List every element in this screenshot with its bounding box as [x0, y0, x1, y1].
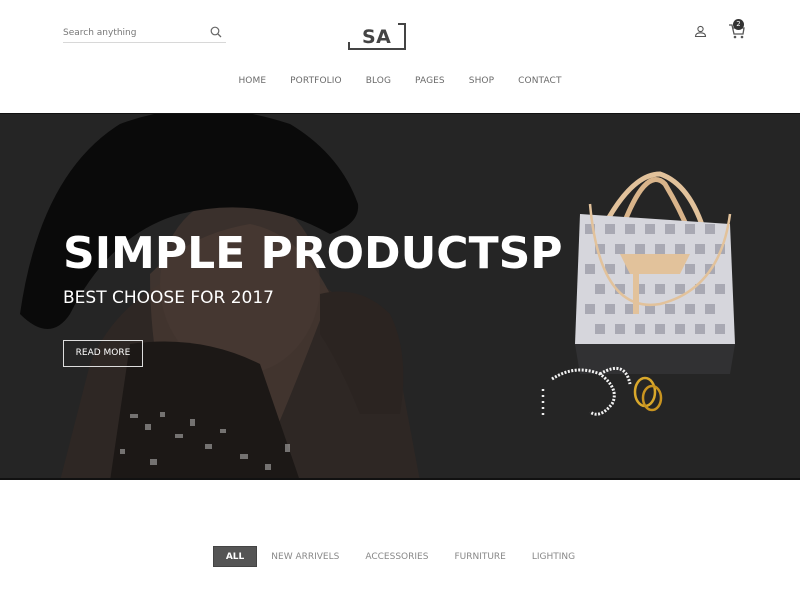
nav-contact[interactable]: CONTACT: [518, 76, 561, 86]
nav-portfolio[interactable]: PORTFOLIO: [290, 76, 342, 86]
nav-blog[interactable]: BLOG: [366, 76, 391, 86]
filter-tab-new-arrivels[interactable]: NEW ARRIVELS: [259, 547, 351, 568]
main-nav: HOME PORTFOLIO BLOG PAGES SHOP CONTACT: [0, 76, 800, 86]
handbag-image: [575, 171, 735, 374]
product-filter-tabs: ALL NEW ARRIVELS ACCESSORIES FURNITURE L…: [0, 546, 800, 568]
filter-tab-lighting[interactable]: LIGHTING: [520, 547, 587, 568]
site-header: SA 2 HOME PORTFOLIO BLOG PAGES SHOP CONT…: [0, 0, 800, 113]
hero-title: SIMPLE PRODUCTSP: [63, 228, 563, 279]
nav-pages[interactable]: PAGES: [415, 76, 445, 86]
hero-banner: SIMPLE PRODUCTSP BEST CHOOSE FOR 2017 RE…: [0, 113, 800, 480]
nav-shop[interactable]: SHOP: [469, 76, 494, 86]
user-icon[interactable]: [694, 25, 707, 38]
logo-text: SA: [362, 26, 392, 48]
filter-tab-accessories[interactable]: ACCESSORIES: [353, 547, 440, 568]
cart-count-badge: 2: [733, 19, 744, 30]
search-bar: [63, 22, 226, 43]
search-icon[interactable]: [210, 26, 222, 38]
jewelry-image: [541, 366, 663, 419]
read-more-button[interactable]: READ MORE: [63, 340, 143, 367]
nav-home[interactable]: HOME: [238, 76, 266, 86]
filter-tab-all[interactable]: ALL: [212, 546, 258, 567]
filter-tab-furniture[interactable]: FURNITURE: [442, 547, 517, 568]
site-logo[interactable]: SA: [348, 22, 406, 50]
hero-subtitle: BEST CHOOSE FOR 2017: [63, 288, 274, 308]
search-input[interactable]: [63, 23, 203, 43]
